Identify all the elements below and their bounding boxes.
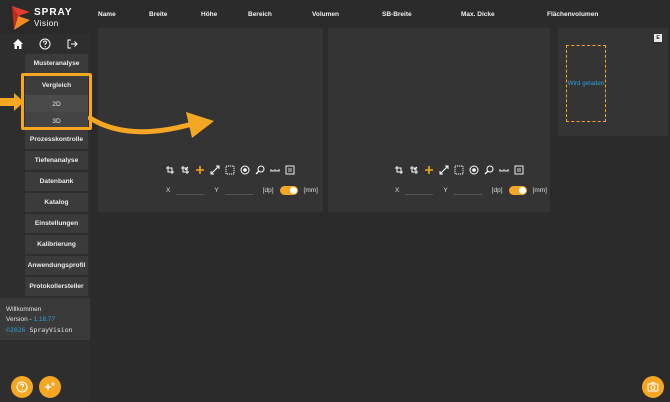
sidebar-item-datenbank[interactable]: Datenbank [25,172,88,191]
results-header: Name Breite Höhe Bereich Volumen SB-Brei… [90,0,670,28]
column-name: Name [98,11,116,18]
coords-right: X Y [dp] [mm] [395,186,547,195]
x-label: X [395,187,400,194]
sidebar-item-label: Einstellungen [34,220,79,227]
sidebar-item-prozesskontrolle[interactable]: Prozesskontrolle [25,130,88,149]
unit-toggle[interactable] [508,186,527,195]
y-label: Y [214,187,219,194]
toolbar-right [394,163,524,177]
sidebar-item-label: Musteranalyse [33,60,80,67]
sidebar-item-label: Kalibrierung [37,241,76,248]
sidebar-item-einstellungen[interactable]: Einstellungen [25,214,88,233]
unit-toggle[interactable] [279,186,298,195]
column-volumen: Volumen [312,11,339,18]
brand-logo-icon [12,6,30,30]
app-root: SPRAY Vision Musteranalyse Vergleich 2D … [0,0,670,402]
add-point-icon[interactable] [424,165,434,175]
x-input[interactable] [405,194,434,195]
y-input[interactable] [224,194,253,195]
screenshot-icon[interactable] [514,165,524,175]
sidebar-item-label: Protokollersteller [29,283,84,290]
column-sb-breite: SB-Breite [382,11,412,18]
crop-icon[interactable] [165,165,175,175]
annotation-arrow-icon [0,93,24,111]
sidebar-item-kalibrierung[interactable]: Kalibrierung [25,235,88,254]
camera-fab[interactable] [642,376,664,398]
ruler-icon[interactable] [270,165,280,175]
sidebar-item-label: Datenbank [39,178,74,185]
sidebar-icon-row [0,34,90,54]
welcome-box: Willkommen Version - 1.18.77 ©2026 Spray… [0,298,90,340]
ruler-icon[interactable] [499,165,509,175]
sidebar-item-anwendungsprofil[interactable]: Anwendungsprofil [25,256,88,275]
dp-unit-label: [dp] [262,187,274,194]
screenshot-icon[interactable] [285,165,295,175]
version-number: 1.18.77 [33,316,56,323]
y-input[interactable] [453,194,482,195]
crop-alt-icon[interactable] [180,165,190,175]
sidebar-item-label: Prozesskontrolle [29,136,84,143]
circle-target-icon[interactable] [240,165,250,175]
dp-unit-label: [dp] [491,187,503,194]
sparkle-add-icon [44,382,55,391]
sidebar: SPRAY Vision Musteranalyse Vergleich 2D … [0,0,90,402]
rectangle-select-icon[interactable] [225,165,235,175]
x-label: X [166,187,171,194]
help-icon [16,381,28,393]
version-line: Version - 1.18.77 [6,315,84,325]
measure-line-icon[interactable] [210,165,220,175]
coords-left: X Y [dp] [mm] [166,186,318,195]
column-hoehe: Höhe [201,11,218,18]
preview-panel: E Wird geladen [558,28,668,136]
version-label: Version - [6,316,34,323]
brand-subtitle: Vision [34,19,59,28]
copyright-name: SprayVision [25,326,73,334]
welcome-greeting: Willkommen [6,306,42,313]
rectangle-select-icon[interactable] [454,165,464,175]
column-bereich: Bereich [248,11,272,18]
sidebar-item-katalog[interactable]: Katalog [25,193,88,212]
circle-target-icon[interactable] [469,165,479,175]
crop-alt-icon[interactable] [409,165,419,175]
measure-line-icon[interactable] [439,165,449,175]
brand-title: SPRAY [34,7,73,18]
x-input[interactable] [176,194,205,195]
home-icon[interactable] [11,37,25,51]
brand: SPRAY Vision [0,0,90,34]
preview-badge[interactable]: E [654,34,662,42]
annotation-curved-arrow-icon [88,112,214,138]
highlight-box [21,73,92,130]
sidebar-item-tiefenanalyse[interactable]: Tiefenanalyse [25,151,88,170]
column-flaechenvolumen: Flächenvolumen [547,11,599,18]
sidebar-item-label: Katalog [44,199,69,206]
logout-icon[interactable] [65,37,79,51]
compare-panel-right [328,28,550,212]
loading-text: Wird geladen [567,80,605,87]
column-breite: Breite [149,11,168,18]
zoom-icon[interactable] [255,165,265,175]
sidebar-item-label: Anwendungsprofil [27,262,86,269]
zoom-icon[interactable] [484,165,494,175]
copyright-line: ©2026 SprayVision [6,325,84,335]
sidebar-item-label: Tiefenanalyse [34,157,79,164]
column-max-dicke: Max. Dicke [461,11,495,18]
mm-unit-label: [mm] [532,187,547,194]
mm-unit-label: [mm] [303,187,318,194]
y-label: Y [443,187,448,194]
quick-action-fab[interactable] [39,376,61,398]
camera-icon [647,382,659,392]
copyright-year: ©2026 [6,326,26,334]
sidebar-item-protokollersteller[interactable]: Protokollersteller [25,277,88,296]
crop-icon[interactable] [394,165,404,175]
help-fab[interactable] [11,376,33,398]
brand-name: SPRAY Vision [34,7,73,29]
add-point-icon[interactable] [195,165,205,175]
sidebar-item-musteranalyse[interactable]: Musteranalyse [25,54,88,73]
toolbar-left [165,163,295,177]
help-icon[interactable] [38,37,52,51]
